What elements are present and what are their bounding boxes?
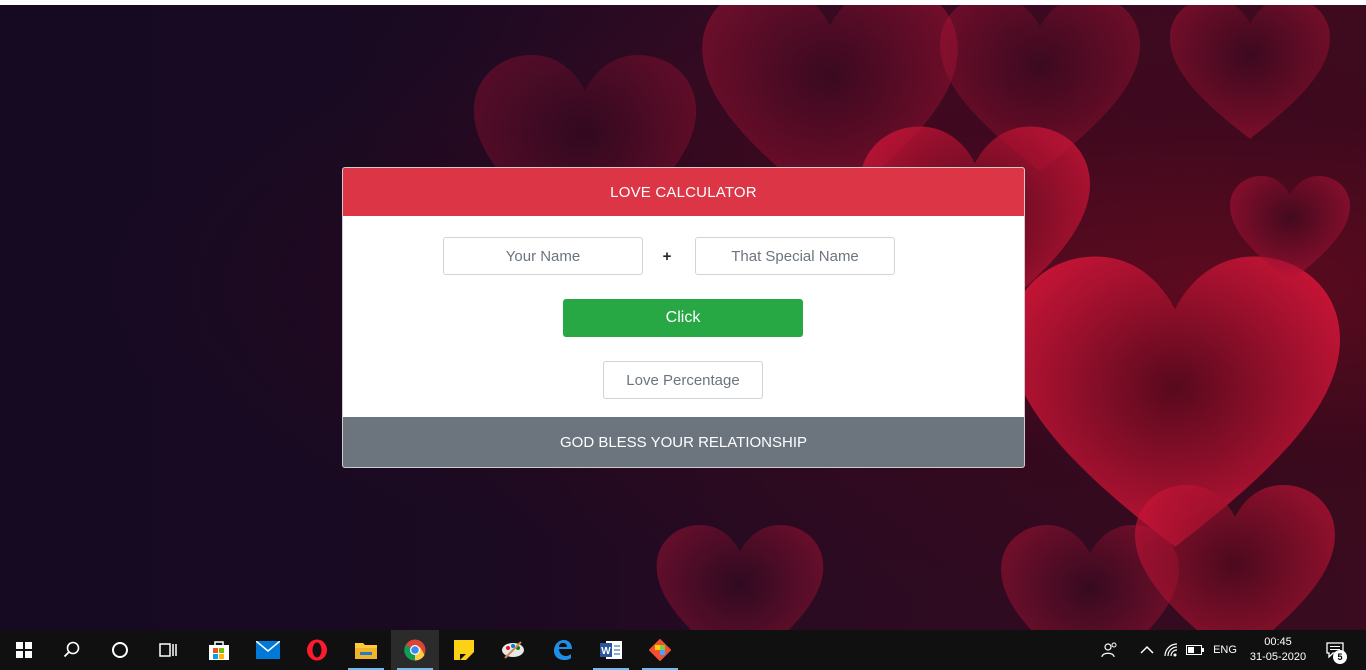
heart-decoration <box>1130 485 1340 630</box>
word-icon[interactable]: W <box>587 630 635 670</box>
people-icon[interactable] <box>1098 630 1122 670</box>
heart-decoration <box>620 525 860 630</box>
git-icon[interactable] <box>636 630 684 670</box>
heart-decoration <box>1170 5 1330 145</box>
notification-count-badge: 5 <box>1333 650 1347 664</box>
language-indicator[interactable]: ENG <box>1210 630 1240 670</box>
special-name-input[interactable] <box>695 237 895 275</box>
chevron-up-icon[interactable] <box>1136 630 1158 670</box>
store-icon[interactable] <box>195 630 243 670</box>
clock[interactable]: 00:45 31-05-2020 <box>1244 630 1312 670</box>
clock-date: 31-05-2020 <box>1249 651 1307 663</box>
card-header: LOVE CALCULATOR <box>343 168 1024 216</box>
paint-icon[interactable] <box>489 630 537 670</box>
love-percentage-field[interactable] <box>603 361 763 399</box>
search-icon[interactable] <box>48 630 96 670</box>
wifi-icon[interactable] <box>1160 630 1184 670</box>
cortana-icon[interactable] <box>96 630 144 670</box>
chrome-icon[interactable] <box>391 630 439 670</box>
task-view-icon[interactable] <box>144 630 192 670</box>
love-calculator-card: LOVE CALCULATOR + Click GOD BLESS YOUR R… <box>342 167 1025 468</box>
edge-icon[interactable] <box>538 630 586 670</box>
battery-icon[interactable] <box>1184 630 1206 670</box>
mail-icon[interactable] <box>244 630 292 670</box>
card-footer: GOD BLESS YOUR RELATIONSHIP <box>343 417 1024 467</box>
start-icon[interactable] <box>0 630 48 670</box>
opera-icon[interactable] <box>293 630 341 670</box>
svg-text:W: W <box>601 646 611 657</box>
plus-sign: + <box>662 248 672 265</box>
heart-decoration <box>1230 175 1350 285</box>
windows-taskbar: W ENG 00:45 31-05-2020 5 <box>0 630 1366 670</box>
clock-time: 00:45 <box>1264 636 1292 648</box>
click-button[interactable]: Click <box>563 299 803 337</box>
action-center-icon[interactable] <box>1320 630 1350 670</box>
your-name-input[interactable] <box>443 237 643 275</box>
file-explorer-icon[interactable] <box>342 630 390 670</box>
sticky-notes-icon[interactable] <box>440 630 488 670</box>
footer-text: GOD BLESS YOUR RELATIONSHIP <box>559 433 807 451</box>
card-title: LOVE CALCULATOR <box>610 183 757 201</box>
